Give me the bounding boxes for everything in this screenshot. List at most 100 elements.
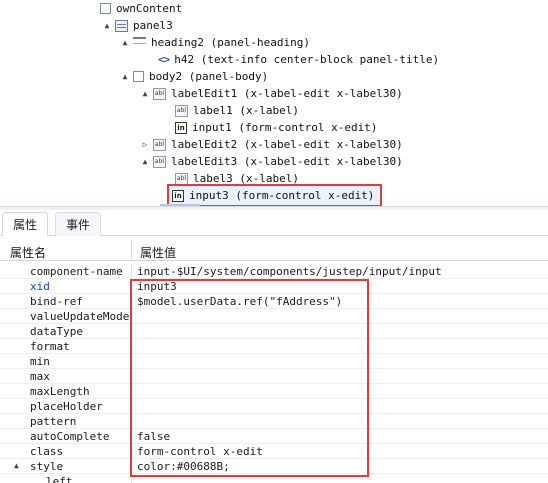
property-name: pattern	[30, 415, 77, 428]
column-separator	[131, 414, 132, 429]
tree-node-label: h42 (text-info center-block panel-title)	[174, 53, 440, 66]
column-separator	[131, 399, 132, 414]
property-row-class[interactable]: class form-control x-edit	[0, 444, 548, 459]
column-separator[interactable]	[131, 240, 132, 261]
property-name: valueUpdateMode	[30, 310, 130, 323]
tree-node-label: body2 (panel-body)	[149, 70, 269, 83]
property-value[interactable]: $model.userData.ref("fAddress")	[137, 295, 342, 308]
tree-node-label: heading2 (panel-heading)	[151, 36, 310, 49]
collapse-toggle-icon[interactable]: ▲	[102, 17, 112, 34]
column-header-value[interactable]: 属性值	[140, 244, 176, 261]
expand-toggle	[162, 119, 172, 136]
property-name: xid	[30, 280, 50, 293]
property-name: autoComplete	[30, 430, 110, 443]
property-row-valueupdatemode[interactable]: valueUpdateMode	[0, 309, 548, 324]
tree-node-input1[interactable]: in input1 (form-control x-edit)	[162, 119, 377, 136]
tree-node-owncontent[interactable]: ownContent	[87, 0, 182, 17]
column-separator	[131, 339, 132, 354]
property-row-style[interactable]: ▲ style color:#00688B;	[0, 459, 548, 474]
collapse-toggle-icon[interactable]: ▲	[120, 68, 130, 85]
tree-node-h42[interactable]: <> h42 (text-info center-block panel-tit…	[145, 51, 439, 68]
property-row-xid[interactable]: xid input3	[0, 279, 548, 294]
grid-header: 属性名 属性值	[0, 240, 548, 261]
tree-node-label: ownContent	[116, 2, 183, 15]
label-edit-icon: abl	[153, 138, 166, 151]
panel-icon	[115, 19, 128, 32]
property-name: class	[30, 445, 64, 458]
collapse-toggle-icon[interactable]: ▲	[140, 153, 150, 170]
property-name: min	[30, 355, 50, 368]
column-separator	[131, 309, 132, 324]
property-name: max	[30, 370, 50, 383]
tree-node-labeledit2[interactable]: ▷ abl labelEdit2 (x-label-edit x-label30…	[140, 136, 403, 153]
column-separator	[131, 429, 132, 444]
label-edit-icon: abl	[153, 87, 166, 100]
property-row-maxlength[interactable]: maxLength	[0, 384, 548, 399]
property-value[interactable]: color:#00688B;	[137, 460, 230, 473]
property-row-min[interactable]: min	[0, 354, 548, 369]
property-name: left	[46, 475, 73, 483]
property-row-placeholder[interactable]: placeHolder	[0, 399, 548, 414]
tab-properties[interactable]: 属性	[2, 212, 49, 236]
property-row-component-name[interactable]: component-name input-$UI/system/componen…	[0, 264, 548, 279]
tree-node-label: labelEdit3 (x-label-edit x-label30)	[171, 155, 403, 168]
expand-toggle	[145, 51, 155, 68]
property-row-pattern[interactable]: pattern	[0, 414, 548, 429]
property-row-autocomplete[interactable]: autoComplete false	[0, 429, 548, 444]
column-separator	[131, 474, 132, 483]
heading-icon	[133, 36, 146, 44]
column-separator	[131, 264, 132, 279]
property-name: format	[30, 340, 70, 353]
tree-node-body2[interactable]: ▲ body2 (panel-body)	[120, 68, 269, 85]
tree-node-labeledit3[interactable]: ▲ abl labelEdit3 (x-label-edit x-label30…	[140, 153, 403, 170]
property-name: component-name	[30, 265, 123, 278]
property-row-format[interactable]: format	[0, 339, 548, 354]
tree-node-label: input3 (form-control x-edit)	[189, 189, 375, 202]
tree-node-labeledit1[interactable]: ▲ abl labelEdit1 (x-label-edit x-label30…	[140, 85, 403, 102]
tree-node-label3[interactable]: abl label3 (x-label)	[162, 170, 299, 187]
tree-node-label: label1 (x-label)	[193, 104, 299, 117]
expand-toggle	[162, 170, 172, 187]
property-row-bind-ref[interactable]: bind-ref $model.userData.ref("fAddress")	[0, 294, 548, 309]
property-row-left[interactable]: left	[0, 474, 548, 483]
code-icon: <>	[158, 53, 170, 66]
property-value[interactable]: false	[137, 430, 170, 443]
property-value[interactable]: input-$UI/system/components/justep/input…	[137, 265, 442, 278]
label-edit-icon: abl	[153, 155, 166, 168]
input-icon: in	[172, 189, 184, 202]
column-separator	[131, 354, 132, 369]
column-separator	[131, 369, 132, 384]
expand-toggle-icon[interactable]: ▷	[140, 136, 150, 153]
collapse-toggle-icon[interactable]: ▲	[140, 85, 150, 102]
tree-node-label: labelEdit1 (x-label-edit x-label30)	[171, 87, 403, 100]
expand-toggle	[162, 102, 172, 119]
tree-node-label: panel3	[133, 19, 173, 32]
box-icon	[100, 3, 111, 14]
tree-node-panel3[interactable]: ▲ panel3	[102, 17, 173, 34]
box-icon	[133, 71, 144, 82]
property-grid: 属性名 属性值 component-name input-$UI/system/…	[0, 240, 548, 483]
property-row-max[interactable]: max	[0, 369, 548, 384]
tree-node-label1[interactable]: abl label1 (x-label)	[162, 102, 299, 119]
expand-toggle	[87, 0, 97, 17]
label-icon: abl	[175, 172, 188, 185]
property-name: dataType	[30, 325, 83, 338]
column-separator	[131, 459, 132, 474]
column-separator	[131, 444, 132, 459]
column-separator	[131, 294, 132, 309]
outline-tree: ownContent ▲ panel3 ▲ heading2 (panel-he…	[0, 0, 548, 207]
tree-node-input3[interactable]: in input3 (form-control x-edit)	[166, 184, 383, 207]
column-header-name[interactable]: 属性名	[10, 244, 46, 261]
property-name: maxLength	[30, 385, 90, 398]
property-name: bind-ref	[30, 295, 83, 308]
property-row-datatype[interactable]: dataType	[0, 324, 548, 339]
collapse-toggle-icon[interactable]: ▲	[120, 34, 130, 51]
tab-events[interactable]: 事件	[55, 212, 102, 236]
label-icon: abl	[175, 104, 188, 117]
tree-node-heading2[interactable]: ▲ heading2 (panel-heading)	[120, 34, 310, 51]
property-value[interactable]: input3	[137, 280, 177, 293]
property-tabs: 属性 事件	[0, 210, 548, 236]
property-name: style	[30, 460, 64, 473]
property-value[interactable]: form-control x-edit	[137, 445, 263, 458]
collapse-toggle-icon[interactable]: ▲	[14, 461, 19, 470]
